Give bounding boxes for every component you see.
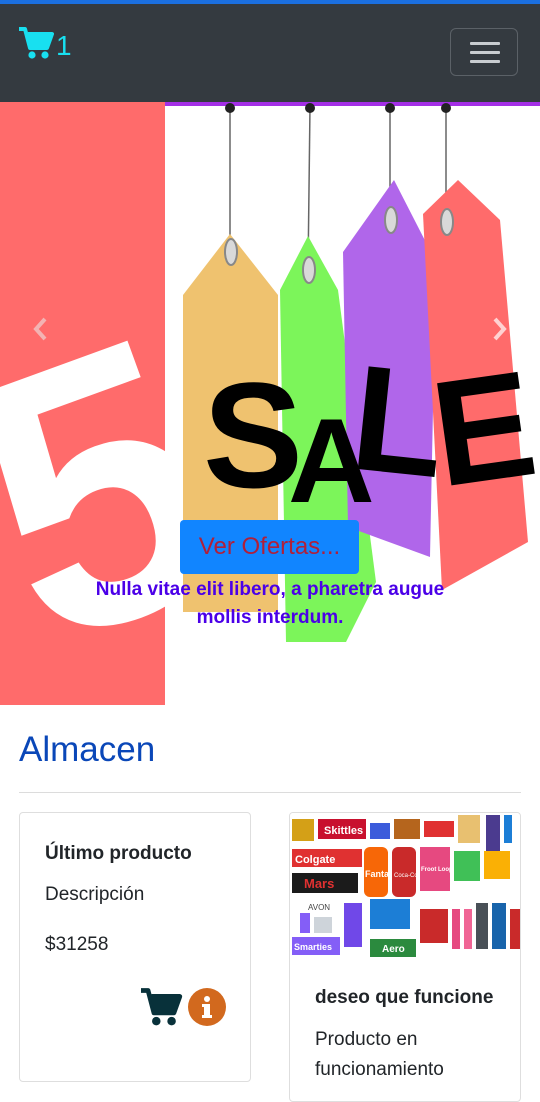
carousel-prev-button[interactable] xyxy=(30,314,50,344)
image-label-skittles: Skittles xyxy=(324,825,363,837)
product-price: $31258 xyxy=(45,934,109,955)
offers-carousel: 50% S A L E Ver Ofertas... Nulla vitae e… xyxy=(0,102,540,705)
chevron-left-icon xyxy=(30,317,50,348)
product-info-button[interactable] xyxy=(188,988,226,1026)
info-icon xyxy=(188,996,226,1030)
image-label-aero: Aero xyxy=(382,944,405,955)
image-label-mars: Mars xyxy=(304,876,334,891)
image-label-froot-loops: Froot Loops xyxy=(421,867,457,873)
chevron-right-icon xyxy=(490,317,510,348)
carousel-next-button[interactable] xyxy=(490,314,510,344)
shopping-cart-icon xyxy=(18,26,54,65)
cart-link[interactable]: 1 xyxy=(18,26,72,65)
product-title: Último producto xyxy=(45,843,192,864)
product-title: deseo que funcione xyxy=(315,987,494,1008)
image-label-avon: AVON xyxy=(308,903,330,912)
shopping-cart-icon xyxy=(139,988,183,1031)
product-card: Último producto Descripción $31258 xyxy=(19,812,251,1082)
navbar-toggler-button[interactable] xyxy=(450,28,518,76)
carousel-caption: Nulla vitae elit libero, a pharetra augu… xyxy=(95,579,445,628)
navbar: 1 xyxy=(0,4,540,102)
view-offers-button[interactable]: Ver Ofertas... xyxy=(180,520,359,574)
page-title: Almacen xyxy=(19,730,156,769)
image-label-coca-cola: Coca-Cola xyxy=(394,873,423,879)
product-description: Producto en funcionamiento xyxy=(315,1029,444,1080)
product-card: Skittles Colgate Fanta Coca-Cola Froot L… xyxy=(289,812,521,1102)
cart-count: 1 xyxy=(56,29,72,61)
product-description: Descripción xyxy=(45,884,145,905)
image-label-fanta: Fanta xyxy=(365,869,390,879)
image-label-colgate: Colgate xyxy=(295,854,335,866)
add-to-cart-button[interactable] xyxy=(139,987,183,1027)
product-image[interactable]: Skittles Colgate Fanta Coca-Cola Froot L… xyxy=(290,813,520,961)
image-label-smarties: Smarties xyxy=(294,942,332,952)
title-divider xyxy=(19,792,521,793)
